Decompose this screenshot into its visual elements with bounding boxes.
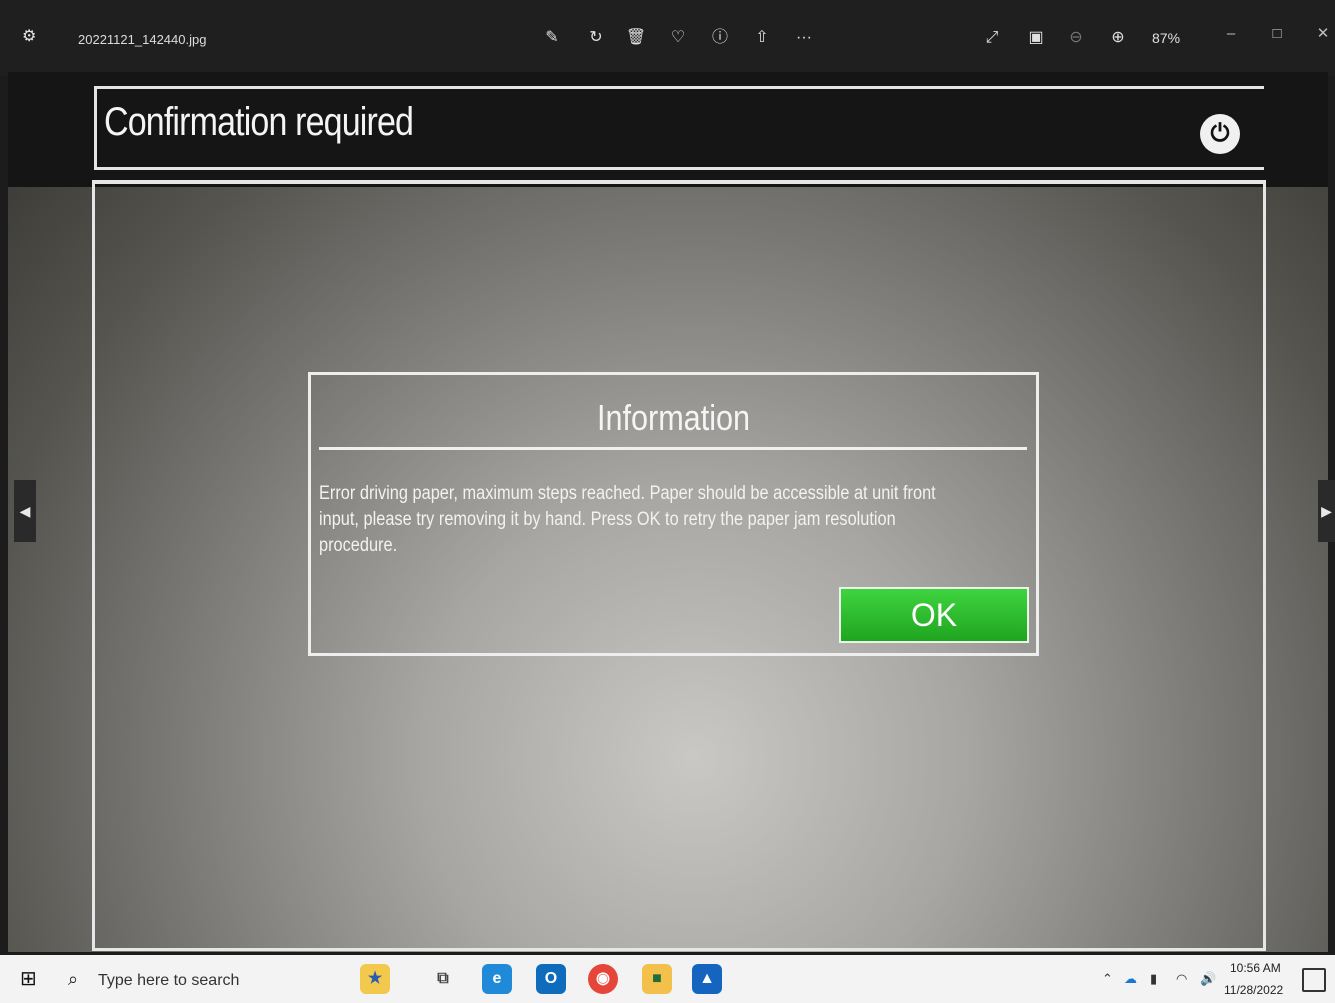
photos-title-bar: ⚙ 20221121_142440.jpg ✎ ↻ 🗑 ♡ ⓘ ⇧ ··· ⤢ … <box>0 0 1335 76</box>
more-icon[interactable]: ··· <box>792 26 816 50</box>
chrome-icon[interactable]: ◉ <box>588 964 618 994</box>
delete-icon[interactable]: 🗑 <box>624 26 648 50</box>
share-icon[interactable]: ⇧ <box>750 26 774 50</box>
task-view-icon[interactable]: ⧉ <box>428 964 458 994</box>
dialog-divider <box>319 447 1027 450</box>
clock-date[interactable]: 11/28/2022 <box>1224 983 1283 997</box>
info-icon[interactable]: ⓘ <box>708 26 732 50</box>
edge-browser-icon[interactable]: e <box>482 964 512 994</box>
taskbar-search-input[interactable]: Type here to search <box>98 972 239 990</box>
search-icon[interactable]: ⌕ <box>68 969 78 990</box>
previous-photo-button[interactable]: ◀ <box>14 480 36 542</box>
minimize-button[interactable]: – <box>1216 20 1246 48</box>
photos-app-icon: ⚙ <box>22 28 37 45</box>
actual-size-icon[interactable]: ▣ <box>1024 26 1048 50</box>
zoom-out-icon[interactable]: ⊖ <box>1064 26 1088 50</box>
file-name: 20221121_142440.jpg <box>78 32 207 47</box>
information-dialog: Information Error driving paper, maximum… <box>308 372 1039 656</box>
volume-icon[interactable]: 🔊 <box>1200 971 1216 987</box>
maximize-button[interactable]: □ <box>1262 20 1292 48</box>
photo-canvas: Confirmation required ⏻ Information Erro… <box>8 72 1328 952</box>
file-explorer-icon[interactable]: ■ <box>642 964 672 994</box>
photos-taskbar-icon[interactable]: ▲ <box>692 964 722 994</box>
ok-button: OK <box>839 587 1029 643</box>
wifi-icon[interactable]: ◠ <box>1176 971 1187 987</box>
edit-icon[interactable]: ✎ <box>540 26 564 50</box>
zoom-level: 87% <box>1152 30 1181 46</box>
power-icon: ⏻ <box>1200 114 1240 154</box>
windows-taskbar: ⊞ ⌕ Type here to search ★ ⧉ e O ◉ ■ ▲ ⌃ … <box>0 955 1335 1003</box>
windows-start-icon[interactable]: ⊞ <box>20 967 44 991</box>
search-highlight-icon[interactable]: ★ <box>360 964 390 994</box>
notification-icon[interactable] <box>1302 968 1326 992</box>
heart-icon[interactable]: ♡ <box>666 26 690 50</box>
screen-title: Confirmation required <box>104 100 414 144</box>
dialog-message: Error driving paper, maximum steps reach… <box>319 483 936 556</box>
outlook-icon[interactable]: O <box>536 964 566 994</box>
fullscreen-icon[interactable]: ⤢ <box>980 26 1004 50</box>
next-photo-button[interactable]: ▶ <box>1318 480 1335 542</box>
onedrive-icon[interactable]: ☁ <box>1124 971 1137 987</box>
rotate-icon[interactable]: ↻ <box>584 26 608 50</box>
zoom-in-icon[interactable]: ⊕ <box>1106 26 1130 50</box>
close-button[interactable]: ✕ <box>1308 20 1335 48</box>
clock-time[interactable]: 10:56 AM <box>1230 961 1281 975</box>
dialog-title: Information <box>596 397 751 438</box>
show-hidden-icons-icon[interactable]: ⌃ <box>1102 971 1113 987</box>
battery-icon[interactable]: ▮ <box>1150 971 1157 987</box>
